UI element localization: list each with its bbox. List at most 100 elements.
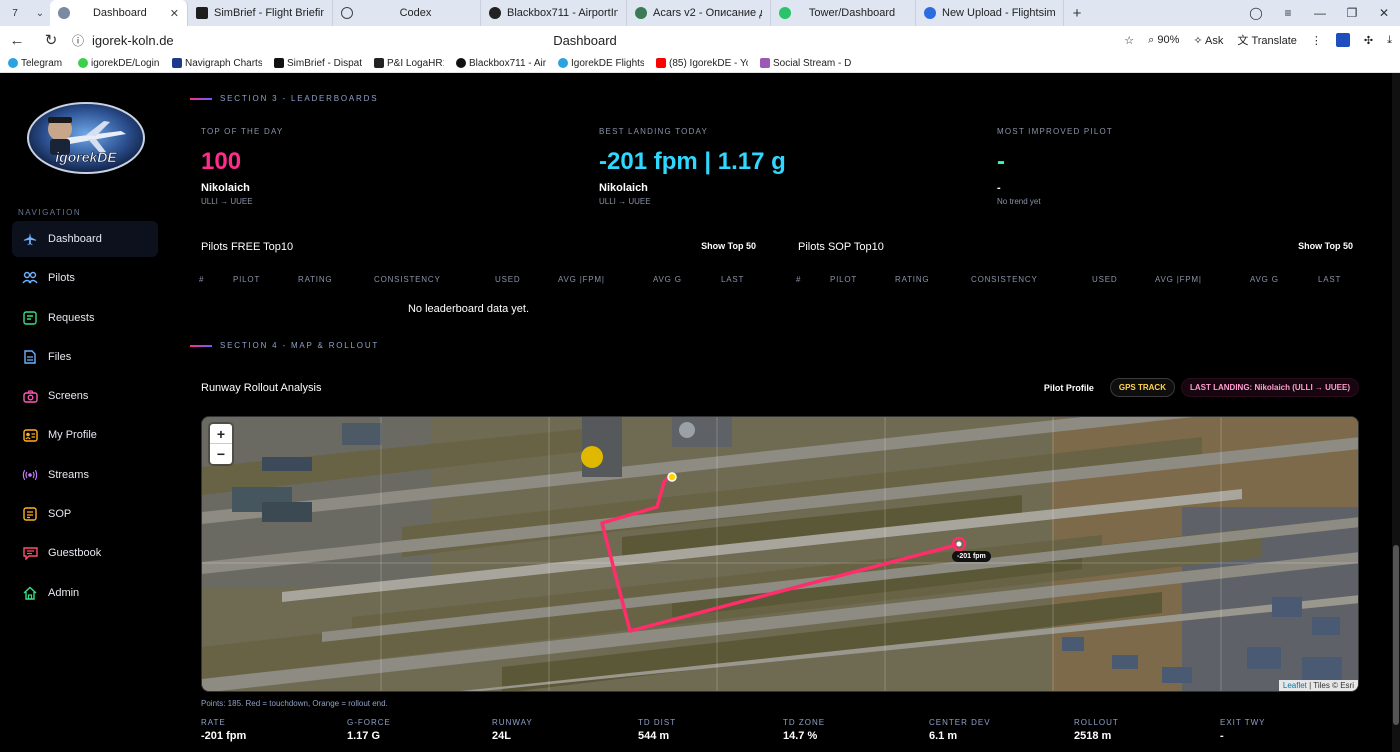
minimize-icon[interactable]: — bbox=[1304, 6, 1336, 20]
last-landing-badge[interactable]: LAST LANDING: Nikolaich (ULLI → UUEE) bbox=[1181, 378, 1359, 397]
dot-icon bbox=[78, 58, 88, 68]
show-top-50-button[interactable]: Show Top 50 bbox=[701, 241, 756, 253]
bookmark-logahr[interactable]: P&I LogaHR1 bbox=[374, 58, 444, 69]
column-header[interactable]: RATING bbox=[298, 275, 332, 284]
column-header[interactable]: CONSISTENCY bbox=[971, 275, 1038, 284]
sidebar-item-streams[interactable]: Streams bbox=[12, 457, 158, 493]
sidebar-item-label: Screens bbox=[48, 390, 89, 403]
leaflet-link[interactable]: Leaflet bbox=[1283, 681, 1307, 690]
sidebar-item-dashboard[interactable]: Dashboard bbox=[12, 221, 158, 257]
sidebar-item-label: Dashboard bbox=[48, 233, 102, 245]
bookmark-telegram[interactable]: Telegram bbox=[8, 58, 66, 69]
translate-button[interactable]: 文 Translate bbox=[1237, 32, 1297, 48]
profile-icon[interactable]: ◯ bbox=[1240, 6, 1272, 20]
map-zoom-control: + − bbox=[210, 424, 232, 464]
metric-exit-twy: EXIT TWY - bbox=[1220, 718, 1266, 742]
extension-icon[interactable] bbox=[1335, 33, 1350, 47]
site-info-icon[interactable]: ⓘ bbox=[68, 32, 88, 49]
page: igorekDE NAVIGATION Dashboard Pilots Req… bbox=[0, 73, 1400, 752]
rollout-map[interactable]: -201 fpm + − Leaflet | Tiles © Esri bbox=[201, 416, 1359, 692]
metric-caption: RATE bbox=[201, 718, 226, 727]
zoom-level[interactable]: ⌕ 90% bbox=[1148, 34, 1179, 47]
metric-rate: RATE -201 fpm bbox=[201, 718, 246, 742]
bookmark-navigraph[interactable]: Navigraph Charts bbox=[172, 58, 262, 69]
tiles-attribution: | Tiles © Esri bbox=[1306, 681, 1354, 690]
sidebar-item-my-profile[interactable]: My Profile bbox=[12, 417, 158, 453]
sidebar-item-requests[interactable]: Requests bbox=[12, 300, 158, 336]
zoom-out-button[interactable]: − bbox=[210, 444, 232, 464]
column-header[interactable]: # bbox=[199, 275, 204, 284]
new-tab-icon[interactable]: + bbox=[1064, 5, 1090, 22]
column-header[interactable]: RATING bbox=[895, 275, 929, 284]
stat-pilot: - bbox=[997, 182, 1001, 194]
close-icon[interactable]: ✕ bbox=[170, 7, 179, 20]
sidebar-item-files[interactable]: Files bbox=[12, 339, 158, 375]
tab-label: Acars v2 - Описание для f bbox=[653, 7, 762, 19]
menu-icon[interactable]: ≡ bbox=[1272, 6, 1304, 20]
tab-tower[interactable]: Tower/Dashboard bbox=[771, 0, 916, 26]
reload-icon[interactable]: ↻ bbox=[34, 31, 68, 49]
column-header[interactable]: AVG |FPM| bbox=[1155, 275, 1202, 284]
column-header[interactable]: AVG G bbox=[653, 275, 682, 284]
column-header[interactable]: USED bbox=[495, 275, 520, 284]
show-top-50-button[interactable]: Show Top 50 bbox=[1298, 241, 1353, 253]
tab-dashboard[interactable]: Dashboard ✕ bbox=[50, 0, 188, 26]
column-header[interactable]: LAST bbox=[1318, 275, 1341, 284]
back-icon[interactable]: ← bbox=[0, 32, 34, 49]
stat-best-landing: BEST LANDING TODAY -201 fpm | 1.17 g Nik… bbox=[599, 127, 979, 206]
bookmark-blackbox[interactable]: Blackbox711 - Air bbox=[456, 58, 546, 69]
column-header[interactable]: AVG G bbox=[1250, 275, 1279, 284]
tab-blackbox[interactable]: Blackbox711 - AirportInfos bbox=[481, 0, 627, 26]
bookmark-simbrief[interactable]: SimBrief - Dispatc bbox=[274, 58, 362, 69]
satellite-map-tiles[interactable] bbox=[202, 417, 1359, 692]
sidebar-item-label: Requests bbox=[48, 311, 95, 324]
window-close-icon[interactable]: ✕ bbox=[1368, 6, 1400, 20]
puzzle-icon[interactable]: ✣ bbox=[1364, 34, 1373, 47]
page-scrollbar[interactable] bbox=[1392, 73, 1400, 752]
bookmark-igorek-login[interactable]: igorekDE/Login bbox=[78, 58, 160, 69]
tab-flightsim[interactable]: New Upload - Flightsim.to bbox=[916, 0, 1064, 26]
restore-icon[interactable]: ❐ bbox=[1336, 6, 1368, 20]
nav-caption: NAVIGATION bbox=[18, 208, 82, 217]
section-4-title: SECTION 4 - MAP & ROLLOUT bbox=[190, 341, 379, 350]
pi-icon bbox=[374, 58, 384, 68]
ask-button[interactable]: ✧ Ask bbox=[1193, 34, 1223, 47]
tab-acars[interactable]: Acars v2 - Описание для f bbox=[627, 0, 771, 26]
column-header[interactable]: USED bbox=[1092, 275, 1117, 284]
sidebar: igorekDE NAVIGATION Dashboard Pilots Req… bbox=[0, 73, 170, 752]
scrollbar-thumb[interactable] bbox=[1393, 545, 1399, 725]
blackbox-icon bbox=[456, 58, 466, 68]
leaderboard-title: Pilots FREE Top10 bbox=[201, 241, 294, 253]
sidebar-item-pilots[interactable]: Pilots bbox=[12, 260, 158, 296]
column-header[interactable]: LAST bbox=[721, 275, 744, 284]
column-header[interactable]: AVG |FPM| bbox=[558, 275, 605, 284]
touchdown-fpm-label[interactable]: -201 fpm bbox=[952, 551, 991, 562]
site-logo[interactable]: igorekDE bbox=[26, 101, 146, 175]
tab-simbrief[interactable]: SimBrief - Flight Briefing bbox=[188, 0, 333, 26]
column-header[interactable]: CONSISTENCY bbox=[374, 275, 441, 284]
zoom-in-button[interactable]: + bbox=[210, 424, 232, 444]
column-header[interactable]: PILOT bbox=[233, 275, 260, 284]
column-header[interactable]: # bbox=[796, 275, 801, 284]
bookmark-youtube[interactable]: (85) IgorekDE - Yo bbox=[656, 58, 748, 69]
stat-route: ULLI → UUEE bbox=[599, 197, 651, 206]
gps-track-badge[interactable]: GPS TRACK bbox=[1109, 378, 1175, 397]
bookmark-flightst[interactable]: IgorekDE Flightst bbox=[558, 58, 644, 69]
tab-count[interactable]: 7 bbox=[0, 8, 30, 19]
metric-caption: G-FORCE bbox=[347, 718, 391, 727]
bookmark-icon[interactable]: ☆ bbox=[1124, 34, 1134, 47]
url-field[interactable]: igorek-koln.de bbox=[92, 33, 174, 48]
stat-caption: BEST LANDING TODAY bbox=[599, 127, 709, 136]
column-header[interactable]: PILOT bbox=[830, 275, 857, 284]
sidebar-item-screens[interactable]: Screens bbox=[12, 378, 158, 414]
sidebar-item-sop[interactable]: SOP bbox=[12, 496, 158, 532]
download-icon[interactable]: ⤓ bbox=[1387, 34, 1392, 47]
sidebar-item-admin[interactable]: Admin bbox=[12, 575, 158, 611]
metric-value: - bbox=[1220, 730, 1224, 742]
pilot-profile-link[interactable]: Pilot Profile bbox=[1044, 383, 1094, 393]
bookmark-social-stream[interactable]: Social Stream - D bbox=[760, 58, 852, 69]
tab-list-chevron-icon[interactable]: ⌄ bbox=[30, 8, 50, 19]
more-icon[interactable]: ⋮ bbox=[1311, 34, 1322, 47]
sidebar-item-guestbook[interactable]: Guestbook bbox=[12, 535, 158, 571]
tab-codex[interactable]: Codex bbox=[333, 0, 481, 26]
